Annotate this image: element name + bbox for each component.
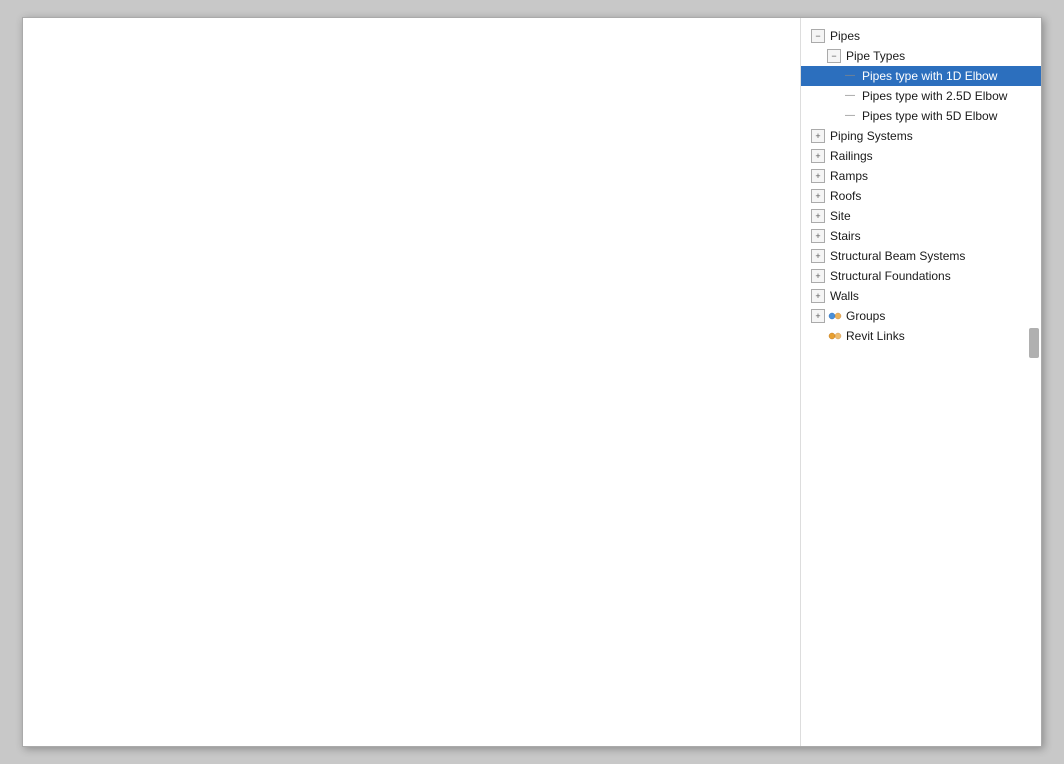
tree-leaf-indicator: —: [843, 67, 857, 85]
tree-node-label-pipe-5d: Pipes type with 5D Elbow: [862, 107, 997, 125]
tree-expander-pipe-types[interactable]: −: [827, 49, 841, 63]
tree-expander-structural-beam-systems[interactable]: +: [811, 249, 825, 263]
tree-node-structural-beam-systems[interactable]: + Structural Beam Systems: [801, 246, 1041, 266]
tree-node-label-structural-foundations: Structural Foundations: [830, 267, 951, 285]
main-canvas: [23, 18, 801, 746]
tree-node-pipe-5d[interactable]: — Pipes type with 5D Elbow: [801, 106, 1041, 126]
tree-node-piping-systems[interactable]: + Piping Systems: [801, 126, 1041, 146]
tree-node-railings[interactable]: + Railings: [801, 146, 1041, 166]
tree-node-label-structural-beam-systems: Structural Beam Systems: [830, 247, 965, 265]
tree-node-pipes[interactable]: −Pipes: [801, 26, 1041, 46]
scrollbar-thumb[interactable]: [1029, 328, 1039, 358]
tree-panel: −Pipes−Pipe Types—Pipes type with 1D Elb…: [801, 18, 1041, 746]
tree-node-ramps[interactable]: + Ramps: [801, 166, 1041, 186]
tree-node-label-groups: Groups: [846, 307, 885, 325]
tree-node-label-site: Site: [830, 207, 851, 225]
tree-node-revit-links[interactable]: Revit Links: [801, 326, 1041, 346]
tree-node-site[interactable]: + Site: [801, 206, 1041, 226]
tree-node-label-roofs: Roofs: [830, 187, 861, 205]
tree-node-pipe-types[interactable]: −Pipe Types: [801, 46, 1041, 66]
tree-node-walls[interactable]: + Walls: [801, 286, 1041, 306]
link-icon: [827, 328, 843, 344]
tree-node-groups[interactable]: + Groups: [801, 306, 1041, 326]
tree-expander-stairs[interactable]: +: [811, 229, 825, 243]
tree-node-label-railings: Railings: [830, 147, 873, 165]
tree-expander-walls[interactable]: +: [811, 289, 825, 303]
tree-node-label-ramps: Ramps: [830, 167, 868, 185]
tree-expander-groups[interactable]: +: [811, 309, 825, 323]
tree-expander-roofs[interactable]: +: [811, 189, 825, 203]
tree-node-roofs[interactable]: + Roofs: [801, 186, 1041, 206]
tree-node-label-pipe-2d5: Pipes type with 2.5D Elbow: [862, 87, 1007, 105]
tree-node-stairs[interactable]: + Stairs: [801, 226, 1041, 246]
tree-expander-pipes[interactable]: −: [811, 29, 825, 43]
tree-node-structural-foundations[interactable]: + Structural Foundations: [801, 266, 1041, 286]
tree-leaf-indicator: —: [843, 87, 857, 105]
tree-node-label-pipe-1d: Pipes type with 1D Elbow: [862, 67, 997, 85]
tree-node-label-stairs: Stairs: [830, 227, 861, 245]
tree-expander-railings[interactable]: +: [811, 149, 825, 163]
tree-expander-structural-foundations[interactable]: +: [811, 269, 825, 283]
app-window: −Pipes−Pipe Types—Pipes type with 1D Elb…: [22, 17, 1042, 747]
tree-expander-ramps[interactable]: +: [811, 169, 825, 183]
tree-node-label-pipe-types: Pipe Types: [846, 47, 905, 65]
tree-node-label-revit-links: Revit Links: [846, 327, 905, 345]
tree-container: −Pipes−Pipe Types—Pipes type with 1D Elb…: [801, 26, 1041, 346]
tree-node-label-walls: Walls: [830, 287, 859, 305]
tree-node-label-pipes: Pipes: [830, 27, 860, 45]
tree-node-label-piping-systems: Piping Systems: [830, 127, 913, 145]
tree-expander-piping-systems[interactable]: +: [811, 129, 825, 143]
tree-node-pipe-2d5[interactable]: — Pipes type with 2.5D Elbow: [801, 86, 1041, 106]
tree-expander-site[interactable]: +: [811, 209, 825, 223]
group-icon: [827, 308, 843, 324]
tree-leaf-indicator: —: [843, 107, 857, 125]
tree-node-pipe-1d[interactable]: — Pipes type with 1D Elbow: [801, 66, 1041, 86]
